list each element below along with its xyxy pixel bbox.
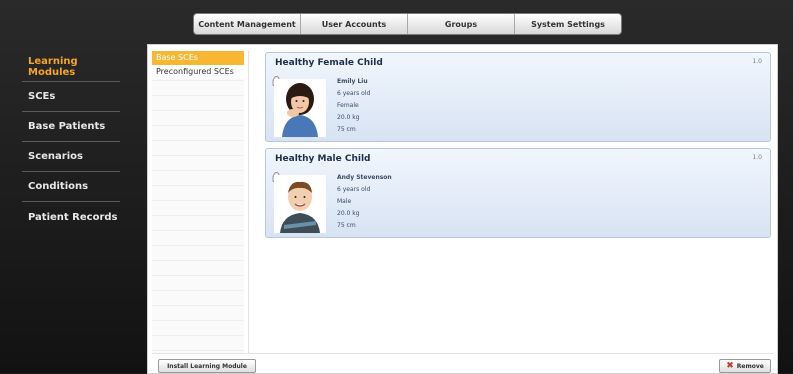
patient-gender: Male	[337, 198, 352, 205]
nav-item-patient-records[interactable]: Patient Records	[22, 202, 120, 232]
nav-item-sces[interactable]: SCEs	[22, 82, 120, 112]
patient-photo-girl	[274, 79, 326, 137]
nav-item-conditions[interactable]: Conditions	[22, 172, 120, 202]
install-learning-module-button[interactable]: Install Learning Module	[158, 359, 256, 373]
nav-item-scenarios[interactable]: Scenarios	[22, 142, 120, 172]
patient-height: 75 cm	[337, 222, 356, 229]
left-nav: Learning Modules SCEs Base Patients Scen…	[22, 52, 120, 232]
subnav-list: Base SCEs Preconfigured SCEs	[152, 51, 244, 353]
patient-height: 75 cm	[337, 126, 356, 133]
tab-groups[interactable]: Groups	[408, 14, 515, 34]
nav-item-learning-modules[interactable]: Learning Modules	[22, 52, 120, 82]
card-version: 1.0	[752, 154, 762, 161]
app-window: Content Management User Accounts Groups …	[0, 0, 793, 374]
patient-age: 6 years old	[337, 90, 371, 97]
tab-system-settings[interactable]: System Settings	[515, 14, 621, 34]
subnav-item-preconfigured-sces[interactable]: Preconfigured SCEs	[152, 65, 244, 79]
nav-item-base-patients[interactable]: Base Patients	[22, 112, 120, 142]
tab-content-management[interactable]: Content Management	[194, 14, 301, 34]
patient-age: 6 years old	[337, 186, 371, 193]
sce-card[interactable]: Healthy Female Child 1.0 Emily Liu 6 yea…	[265, 52, 771, 142]
patient-name: Emily Liu	[337, 78, 368, 85]
patient-weight: 20.0 kg	[337, 114, 360, 121]
patient-name: Andy Stevenson	[337, 174, 392, 181]
remove-button[interactable]: ✖ Remove	[719, 359, 771, 373]
subnav-item-base-sces[interactable]: Base SCEs	[152, 51, 244, 65]
tab-user-accounts[interactable]: User Accounts	[301, 14, 408, 34]
card-version: 1.0	[752, 58, 762, 65]
panel-divider	[248, 51, 249, 353]
card-title: Healthy Male Child	[275, 154, 371, 164]
sce-card-list: Healthy Female Child 1.0 Emily Liu 6 yea…	[265, 52, 771, 244]
patient-info: Andy Stevenson 6 years old Male 20.0 kg …	[337, 172, 392, 232]
patient-info: Emily Liu 6 years old Female 20.0 kg 75 …	[337, 76, 370, 136]
remove-button-label: Remove	[736, 362, 764, 370]
patient-gender: Female	[337, 102, 359, 109]
top-tab-bar: Content Management User Accounts Groups …	[193, 13, 622, 35]
sce-card[interactable]: Healthy Male Child 1.0 Andy Stevenson 6 …	[265, 148, 771, 238]
patient-weight: 20.0 kg	[337, 210, 360, 217]
card-title: Healthy Female Child	[275, 58, 383, 68]
patient-photo-boy	[274, 175, 326, 233]
close-x-icon: ✖	[726, 361, 734, 371]
panel-bottom-bar: Install Learning Module ✖ Remove	[152, 353, 773, 374]
content-panel: Base SCEs Preconfigured SCEs Healthy Fem…	[147, 44, 778, 374]
